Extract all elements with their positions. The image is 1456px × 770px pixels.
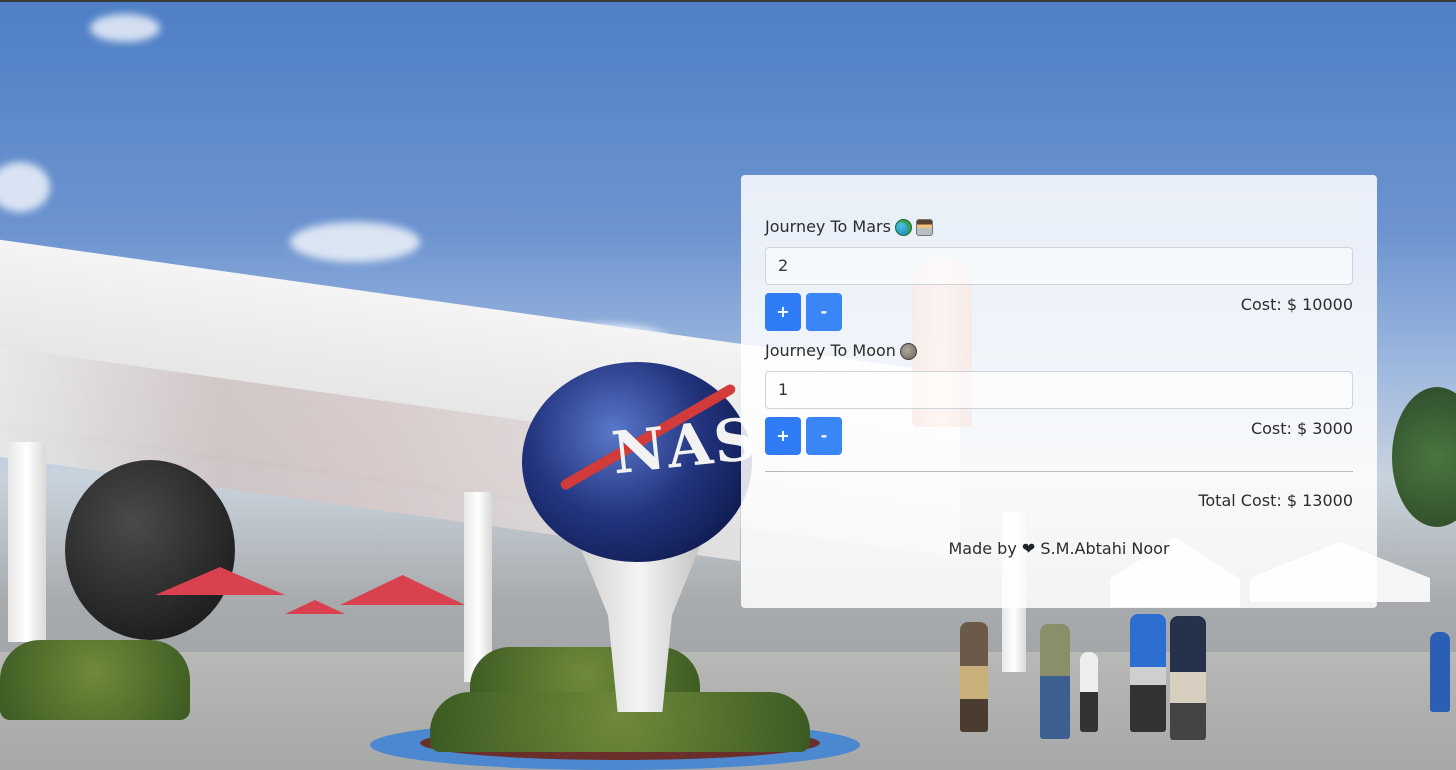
mars-controls: + - Cost: $ 10000 — [765, 293, 1353, 331]
mars-decrement-button[interactable]: - — [806, 293, 842, 331]
total-cost: Total Cost: $ 13000 — [1198, 491, 1353, 510]
astronaut-icon — [915, 218, 933, 236]
mars-section: Journey To Mars 2 + - Cost: $ 10000 — [765, 215, 1353, 331]
moon-cost: Cost: $ 3000 — [1250, 419, 1353, 438]
heart-icon: ❤ — [1021, 539, 1036, 558]
moon-decrement-button[interactable]: - — [806, 417, 842, 455]
mars-increment-button[interactable]: + — [765, 293, 801, 331]
mars-label-row: Journey To Mars — [765, 215, 1353, 239]
moon-increment-button[interactable]: + — [765, 417, 801, 455]
moon-label-row: Journey To Moon — [765, 339, 1353, 363]
footer-credit: Made by ❤ S.M.Abtahi Noor — [765, 537, 1353, 561]
moon-icon — [899, 342, 917, 360]
moon-controls: + - Cost: $ 3000 — [765, 417, 1353, 455]
moon-quantity-input[interactable]: 1 — [765, 371, 1353, 409]
mars-cost: Cost: $ 10000 — [1240, 295, 1353, 314]
divider — [765, 471, 1353, 472]
mars-quantity-input[interactable]: 2 — [765, 247, 1353, 285]
footer-prefix: Made by — [948, 539, 1017, 558]
footer-author: S.M.Abtahi Noor — [1040, 539, 1170, 558]
moon-label: Journey To Moon — [765, 341, 896, 360]
globe-icon — [894, 218, 912, 236]
journey-cost-card: Journey To Mars 2 + - Cost: $ 10000 Jour… — [741, 175, 1377, 608]
moon-section: Journey To Moon 1 + - Cost: $ 3000 — [765, 339, 1353, 455]
mars-label: Journey To Mars — [765, 217, 891, 236]
